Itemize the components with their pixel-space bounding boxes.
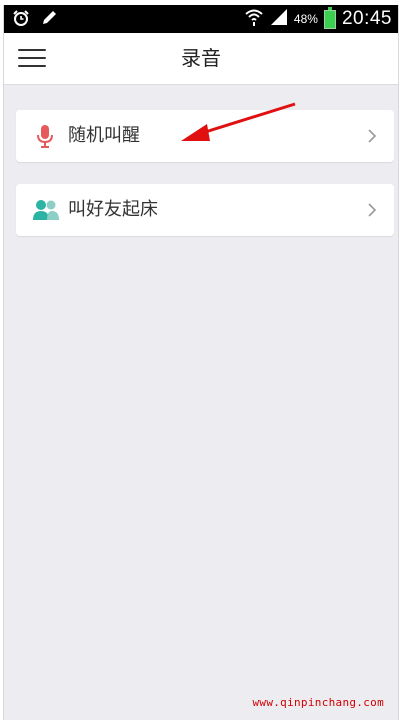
status-bar: 48% 20:45 bbox=[4, 5, 398, 33]
pencil-icon bbox=[40, 9, 58, 31]
page-title: 录音 bbox=[181, 46, 221, 70]
chevron-right-icon bbox=[364, 202, 380, 218]
wifi-icon bbox=[244, 8, 264, 30]
watermark-text: www.qinpinchang.com bbox=[252, 696, 384, 709]
alarm-icon bbox=[12, 9, 30, 31]
app-bar: 录音 bbox=[4, 33, 398, 85]
clock-time: 20:45 bbox=[341, 8, 392, 29]
menu-item-label: 叫好友起床 bbox=[68, 199, 158, 220]
menu-item-random-wakeup[interactable]: 随机叫醒 bbox=[16, 110, 394, 162]
menu-item-label: 随机叫醒 bbox=[68, 125, 140, 146]
microphone-icon bbox=[32, 123, 58, 149]
battery-icon bbox=[323, 6, 336, 29]
menu-item-wake-friend[interactable]: 叫好友起床 bbox=[16, 184, 394, 236]
chevron-right-icon bbox=[364, 128, 380, 144]
app-screen: 48% 20:45 录音 随机叫醒 叫好友起床 www.qinpinchang.… bbox=[3, 5, 399, 720]
battery-percent: 48% bbox=[293, 12, 318, 26]
people-icon bbox=[32, 197, 59, 223]
signal-icon bbox=[270, 8, 288, 30]
